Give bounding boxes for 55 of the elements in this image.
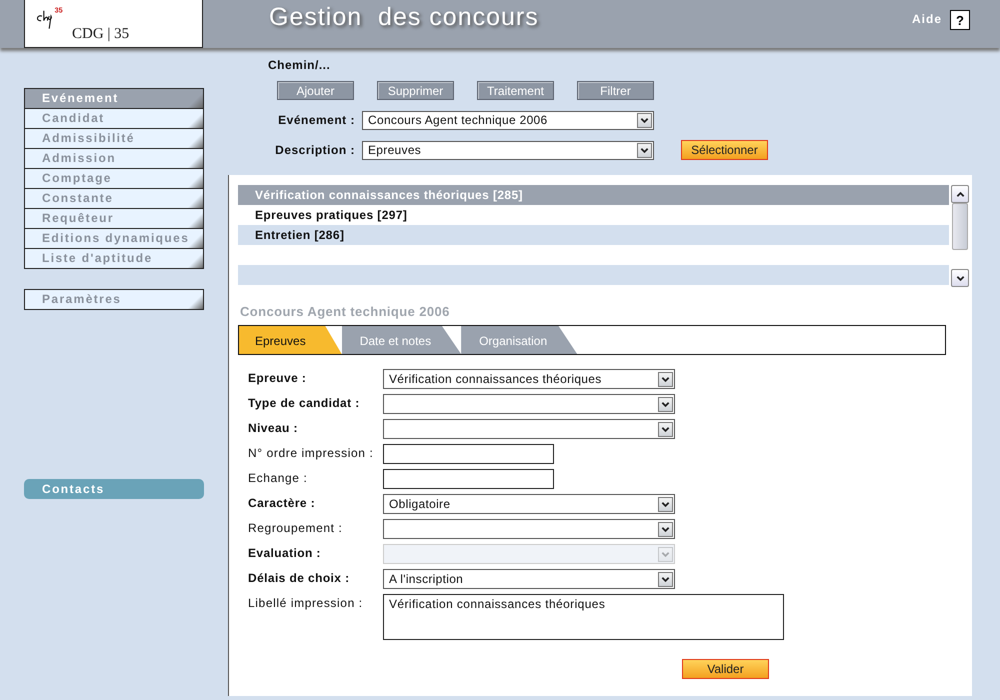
- sidebar-item[interactable]: Comptage: [25, 169, 203, 188]
- list-row[interactable]: Vérification connaissances théoriques [285]: [238, 185, 949, 205]
- section-title: Concours Agent technique 2006: [240, 304, 451, 319]
- field-label: Niveau :: [248, 420, 299, 435]
- input-field[interactable]: [383, 444, 554, 464]
- tab[interactable]: Date et notes: [342, 326, 462, 354]
- validate-button[interactable]: Valider: [682, 659, 769, 679]
- select-field[interactable]: Concours Agent technique 2006: [362, 110, 654, 130]
- field-label: Caractère :: [248, 495, 316, 510]
- scrollbar[interactable]: [951, 185, 969, 287]
- select-field[interactable]: [383, 519, 675, 539]
- scrollbar-thumb[interactable]: [952, 203, 968, 250]
- select-field[interactable]: Obligatoire: [383, 494, 675, 514]
- select-field[interactable]: Epreuves: [362, 140, 654, 160]
- field-label: Echange :: [248, 470, 308, 485]
- help-link[interactable]: Aide: [912, 12, 942, 26]
- sidebar-item[interactable]: Editions dynamiques: [25, 229, 203, 248]
- sidebar-item[interactable]: Admission: [25, 149, 203, 168]
- field-label: N° ordre impression :: [248, 445, 374, 460]
- toolbar-button[interactable]: Filtrer: [577, 81, 654, 100]
- select-field[interactable]: [383, 394, 675, 414]
- select-button[interactable]: Sélectionner: [681, 140, 768, 160]
- scroll-down-icon[interactable]: [951, 269, 969, 287]
- app-title: Gestion des concours: [269, 3, 539, 32]
- sidebar-item[interactable]: Paramètres: [25, 290, 203, 309]
- breadcrumb: Chemin/...: [268, 58, 332, 72]
- select-field[interactable]: [383, 419, 675, 439]
- input-field[interactable]: [383, 469, 554, 489]
- select-field[interactable]: A l'inscription: [383, 569, 675, 589]
- select-field[interactable]: Vérification connaissances théoriques: [383, 369, 675, 389]
- sidebar-item[interactable]: Constante: [25, 189, 203, 208]
- field-label: Epreuve :: [248, 370, 308, 385]
- logo-text: CDG | 35: [72, 26, 130, 43]
- sidebar-item[interactable]: Admissibilité: [25, 129, 203, 148]
- toolbar-button[interactable]: Supprimer: [377, 81, 454, 100]
- field-label: Description :: [274, 143, 355, 157]
- toolbar-button[interactable]: Ajouter: [277, 81, 354, 100]
- contacts-button[interactable]: Contacts: [24, 479, 204, 499]
- list-row[interactable]: Entretien [286]: [238, 225, 949, 245]
- toolbar-button[interactable]: Traitement: [477, 81, 554, 100]
- field-label: Evaluation :: [248, 545, 322, 560]
- field-label: Délais de choix :: [248, 570, 350, 585]
- field-label: Libellé impression :: [248, 595, 364, 610]
- text-area[interactable]: Vérification connaissances théoriques: [383, 594, 784, 640]
- tab[interactable]: Epreuves: [239, 326, 342, 354]
- help-button[interactable]: ?: [950, 10, 970, 30]
- sidebar-item[interactable]: Candidat: [25, 109, 203, 128]
- tab[interactable]: Organisation: [461, 326, 578, 354]
- sidebar-item[interactable]: Liste d'aptitude: [25, 249, 203, 268]
- field-label: Regroupement :: [248, 520, 344, 535]
- scroll-up-icon[interactable]: [951, 185, 969, 203]
- sidebar-item[interactable]: Requêteur: [25, 209, 203, 228]
- field-label: Evénement :: [277, 113, 355, 127]
- sidebar-item[interactable]: Evénement: [25, 89, 203, 108]
- field-label: Type de candidat :: [248, 395, 361, 410]
